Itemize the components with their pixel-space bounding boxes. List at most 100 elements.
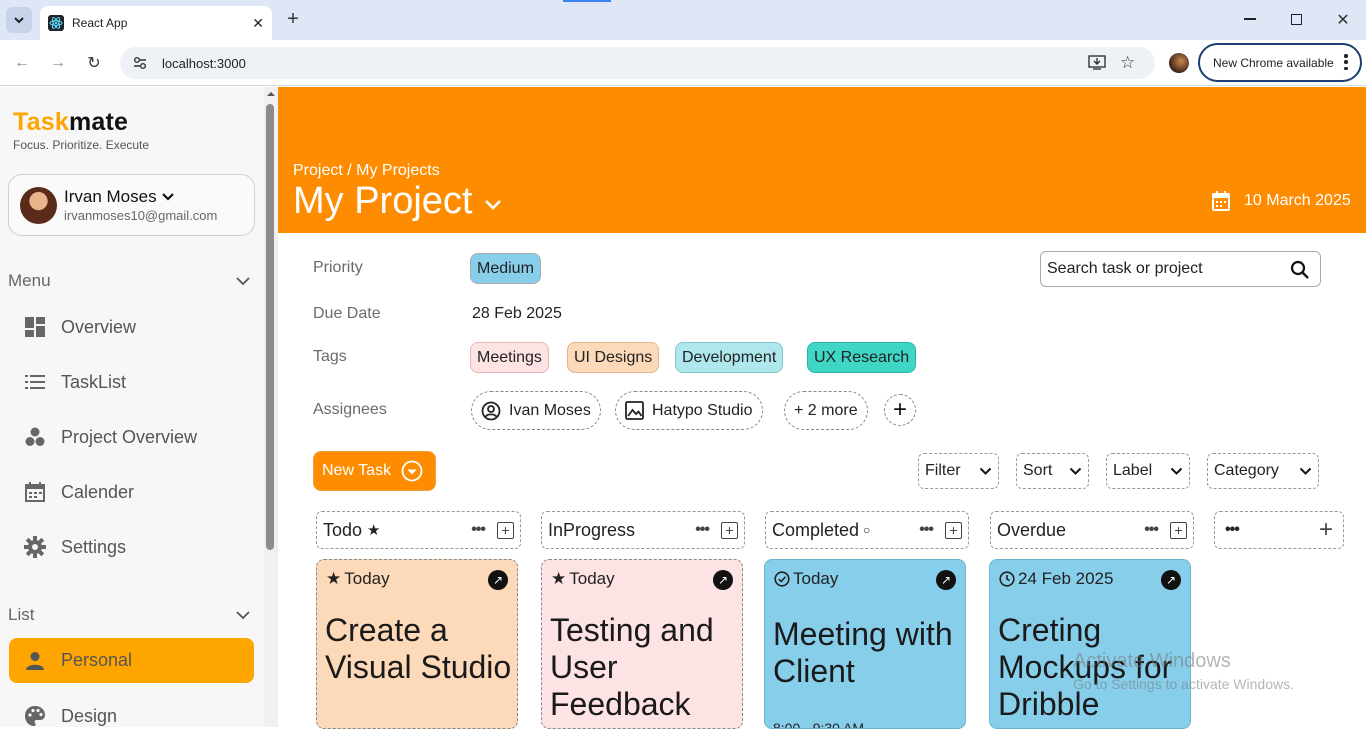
add-task-icon[interactable]: + <box>945 521 962 539</box>
tag-meetings[interactable]: Meetings <box>470 342 549 373</box>
minimize-button[interactable] <box>1244 18 1256 20</box>
chevron-down-icon <box>1170 467 1183 475</box>
category-dropdown[interactable]: Category <box>1207 453 1319 489</box>
install-app-icon[interactable] <box>1088 55 1106 71</box>
chevron-down-icon <box>1299 467 1312 475</box>
add-column[interactable]: ••• + <box>1214 511 1344 549</box>
brand-rest: mate <box>68 108 129 136</box>
nav-item-calender[interactable]: Calender <box>24 472 134 512</box>
more-options-icon[interactable]: ••• <box>1225 521 1240 539</box>
card-time: 8:00 - 9:30 AM <box>773 720 865 729</box>
filter-dropdown[interactable]: Filter <box>918 453 999 489</box>
forward-button[interactable]: → <box>48 53 68 73</box>
site-info-icon[interactable] <box>132 55 148 71</box>
close-window-button[interactable]: ✕ <box>1333 10 1353 30</box>
chrome-update-label: New Chrome available <box>1213 55 1334 70</box>
overview-icon <box>24 316 46 338</box>
scrollbar-thumb[interactable] <box>266 104 274 550</box>
add-task-icon[interactable]: + <box>1170 521 1187 539</box>
scroll-up-icon[interactable] <box>264 89 278 99</box>
open-arrow-icon[interactable]: ↗ <box>936 570 956 590</box>
user-name: Irvan Moses <box>64 187 157 206</box>
palette-icon <box>24 705 46 727</box>
tag-ui-designs[interactable]: UI Designs <box>567 342 660 373</box>
profile-avatar[interactable] <box>1169 53 1189 73</box>
search-icon[interactable] <box>1290 260 1310 280</box>
nav-item-overview[interactable]: Overview <box>24 307 136 347</box>
new-task-button[interactable]: New Task <box>313 451 436 491</box>
sort-dropdown[interactable]: Sort <box>1016 453 1089 489</box>
dropdown-label: Sort <box>1023 462 1053 479</box>
card-date: 24 Feb 2025 <box>1018 569 1114 588</box>
open-arrow-icon[interactable]: ↗ <box>488 570 508 590</box>
brand-logo: Taskmate <box>13 108 128 137</box>
restore-button[interactable] <box>1291 14 1302 25</box>
add-task-icon[interactable]: + <box>497 521 514 539</box>
assignee-name: Ivan Moses <box>509 401 591 419</box>
bookmark-star-icon[interactable]: ☆ <box>1120 53 1135 73</box>
assignee-ivan-moses[interactable]: Ivan Moses <box>471 391 601 430</box>
more-assignees[interactable]: + 2 more <box>784 391 868 430</box>
priority-chip[interactable]: Medium <box>470 253 541 284</box>
task-card[interactable]: ★ Today ↗ Create a Visual Studio <box>316 559 518 729</box>
column-inprogress[interactable]: InProgress ••• + <box>541 511 745 549</box>
task-card[interactable]: Today ↗ Meeting with Client 8:00 - 9:30 … <box>764 559 966 729</box>
menu-heading-label: Menu <box>8 271 51 290</box>
column-title: Todo <box>323 519 363 540</box>
tag-ux-research[interactable]: UX Research <box>807 342 917 373</box>
open-arrow-icon[interactable]: ↗ <box>713 570 733 590</box>
card-date: Today <box>569 569 615 588</box>
column-overdue[interactable]: Overdue ••• + <box>990 511 1194 549</box>
list-icon <box>24 371 46 393</box>
add-assignee-button[interactable]: + <box>884 394 916 426</box>
menu-heading[interactable]: Menu <box>8 271 250 291</box>
list-item-design[interactable]: Design <box>24 696 117 736</box>
column-completed[interactable]: Completed ○ ••• + <box>765 511 969 549</box>
reload-button[interactable]: ↻ <box>84 53 104 73</box>
search-box[interactable]: Search task or project <box>1040 251 1321 287</box>
calendar-icon <box>24 481 46 503</box>
breadcrumb[interactable]: Project / My Projects <box>293 162 440 180</box>
circle-icon: ○ <box>863 523 871 537</box>
back-button[interactable]: ← <box>12 53 32 73</box>
open-arrow-icon[interactable]: ↗ <box>1161 570 1181 590</box>
chrome-update-button[interactable]: New Chrome available <box>1198 43 1362 82</box>
task-card[interactable]: ★ Today ↗ Testing and User Feedback <box>541 559 743 729</box>
tagline: Focus. Prioritize. Execute <box>13 138 150 152</box>
plus-icon[interactable]: + <box>1319 516 1333 544</box>
chevron-down-icon <box>485 199 502 210</box>
person-icon <box>24 650 46 672</box>
tag-development[interactable]: Development <box>675 342 784 373</box>
list-item-label: Design <box>61 705 118 726</box>
card-date: Today <box>344 569 390 588</box>
new-tab-button[interactable]: + <box>282 8 304 30</box>
column-title: Overdue <box>997 519 1067 540</box>
user-card[interactable]: Irvan Moses irvanmoses10@gmail.com <box>8 174 255 236</box>
address-bar[interactable]: localhost:3000 ☆ <box>120 47 1155 79</box>
column-todo[interactable]: Todo ★ ••• + <box>316 511 521 549</box>
more-options-icon[interactable]: ••• <box>695 521 710 539</box>
nav-item-settings[interactable]: Settings <box>24 527 126 567</box>
more-options-icon[interactable]: ••• <box>919 521 934 539</box>
add-task-icon[interactable]: + <box>721 521 738 539</box>
list-heading[interactable]: List <box>8 605 250 625</box>
label-dropdown[interactable]: Label <box>1106 453 1190 489</box>
search-input[interactable]: Search task or project <box>1047 260 1203 278</box>
list-item-personal[interactable]: Personal <box>9 638 254 683</box>
tab-search-button[interactable] <box>6 7 32 33</box>
chevron-down-icon[interactable] <box>161 192 174 202</box>
nav-label: Overview <box>61 316 137 337</box>
task-card[interactable]: 24 Feb 2025 ↗ Creting Mockups for Dribbl… <box>989 559 1191 729</box>
nav-item-tasklist[interactable]: TaskList <box>24 362 126 402</box>
chevron-circle-icon <box>401 460 423 482</box>
more-options-icon[interactable]: ••• <box>1144 521 1159 539</box>
check-circle-icon <box>774 571 790 587</box>
browser-tab[interactable]: React App ✕ <box>40 6 272 40</box>
close-tab-icon[interactable]: ✕ <box>252 15 264 32</box>
project-title-text: My Project <box>293 180 473 222</box>
nav-item-project-overview[interactable]: Project Overview <box>24 417 197 457</box>
more-options-icon[interactable]: ••• <box>471 521 486 539</box>
project-title[interactable]: My Project <box>293 180 502 223</box>
assignee-hatypo-studio[interactable]: Hatypo Studio <box>615 391 763 430</box>
list-item-label: Personal <box>61 650 133 670</box>
